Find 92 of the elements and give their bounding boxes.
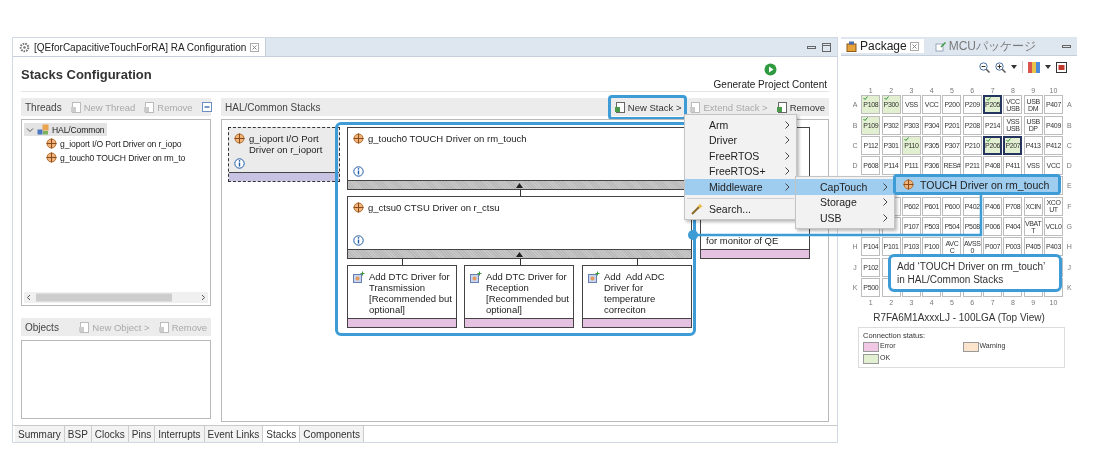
- document-icon: [158, 321, 169, 333]
- generate-button[interactable]: Generate Project Content: [711, 60, 829, 92]
- tab-title: [QEforCapacitiveTouchForRA] RA Configuration: [34, 41, 247, 53]
- add-module-icon: [470, 271, 482, 283]
- check-icon: [986, 137, 992, 142]
- module-card[interactable]: g_ctsu0 CTSU Driver on r_ctsu: [347, 196, 692, 259]
- package-icon: [846, 40, 857, 52]
- card-label: Add Add ADC Driver for temperature correciton: [604, 271, 666, 315]
- menu-item[interactable]: Search...: [685, 201, 796, 217]
- chevron-down-icon: [26, 125, 34, 134]
- menu-item[interactable]: Storage: [796, 194, 894, 210]
- info-icon: [234, 158, 245, 169]
- gear-icon: [19, 41, 30, 53]
- module-icon: [46, 152, 57, 163]
- chip-icon: [934, 40, 946, 52]
- tab[interactable]: Package: [841, 39, 924, 53]
- horizontal-scrollbar[interactable]: [24, 292, 208, 303]
- check-icon: [1006, 137, 1012, 142]
- card-label: g_touch0 TOUCH Driver on rm_touch: [368, 133, 527, 144]
- tab[interactable]: Stacks: [263, 426, 301, 442]
- card-label: Add DTC Driver for Transmission [Recommended but optional]: [369, 271, 452, 315]
- play-icon: [763, 62, 777, 76]
- placeholder-card[interactable]: Add DTC Driver for Reception [Recommended but optional]: [464, 265, 574, 328]
- tab[interactable]: MCUパッケージ: [929, 37, 1042, 55]
- tab[interactable]: Summary: [15, 426, 65, 442]
- tab-label: MCUパッケージ: [948, 37, 1037, 55]
- toolbar-button[interactable]: New Stack >: [614, 101, 682, 113]
- collapse-arrow-icon: [516, 251, 523, 257]
- callout: Add ‘TOUCH Driver on rm_touch’ in HAL/Common Stacks: [888, 254, 1062, 292]
- collapse-icon[interactable]: [201, 102, 212, 112]
- module-icon: [353, 133, 364, 144]
- check-icon: [986, 97, 992, 102]
- caret-icon[interactable]: [1045, 65, 1051, 69]
- tree-item[interactable]: g_touch0 TOUCH Driver on rm_to: [24, 151, 189, 164]
- panel-title: Threads: [25, 101, 62, 113]
- toolbar-button[interactable]: Remove: [776, 101, 825, 113]
- info-icon: [353, 166, 364, 177]
- menu-item[interactable]: CapTouch: [796, 179, 894, 195]
- zoom-in-icon[interactable]: [995, 61, 1006, 73]
- tab[interactable]: Pins: [128, 426, 156, 442]
- editor-tab[interactable]: [QEforCapacitiveTouchForRA] RA Configuration: [13, 38, 267, 56]
- zoom-out-icon[interactable]: [979, 61, 990, 73]
- connector-line: [637, 259, 638, 265]
- card-label: g_ioport I/O Port Driver on r_ioport: [249, 133, 324, 155]
- document-icon: [79, 321, 90, 333]
- tab[interactable]: Components: [300, 426, 364, 442]
- close-icon[interactable]: [250, 42, 260, 52]
- label-icon[interactable]: [1056, 61, 1067, 73]
- component-icon: [37, 124, 49, 135]
- tab[interactable]: BSP: [64, 426, 92, 442]
- color-grid-icon[interactable]: [1028, 61, 1040, 73]
- module-icon: [353, 202, 364, 213]
- connector-line: [520, 190, 521, 196]
- tab[interactable]: Interrupts: [155, 426, 205, 442]
- tab[interactable]: Clocks: [91, 426, 129, 442]
- tab[interactable]: Event Links: [204, 426, 264, 442]
- add-module-icon: [588, 271, 600, 283]
- document-icon: [614, 101, 625, 113]
- add-module-icon: [353, 271, 365, 283]
- tree-item[interactable]: g_ioport I/O Port Driver on r_iopo: [24, 137, 185, 150]
- connector-line: [402, 259, 403, 265]
- placeholder-card[interactable]: Add DTC Driver for Transmission [Recommended but optional]: [347, 265, 457, 328]
- card-label: for monitor of QE: [706, 235, 780, 246]
- info-icon: [353, 235, 364, 246]
- check-icon: [903, 136, 909, 141]
- placeholder-card[interactable]: Add Add ADC Driver for temperature correciton: [582, 265, 692, 328]
- module-icon: [234, 133, 245, 144]
- connector-line: [520, 259, 521, 265]
- card-label: Add DTC Driver for Reception [Recommended but optional]: [486, 271, 569, 315]
- caret-icon[interactable]: [1011, 65, 1017, 69]
- document-icon: [70, 101, 81, 113]
- package-caption: R7FA6M1AxxxLJ - 100LGA (Top View): [872, 312, 1046, 324]
- maximize-icon[interactable]: [822, 42, 831, 52]
- wand-icon: [691, 203, 703, 216]
- card-label: g_ctsu0 CTSU Driver on r_ctsu: [368, 202, 500, 213]
- menu-item[interactable]: USB: [796, 210, 894, 226]
- module-icon: [902, 179, 914, 190]
- panel-title: Objects: [25, 321, 59, 333]
- collapse-arrow-icon: [516, 182, 523, 188]
- check-icon: [863, 96, 869, 101]
- module-icon: [46, 138, 57, 149]
- tab-label: Package: [860, 39, 907, 53]
- close-icon[interactable]: [909, 41, 919, 51]
- check-icon: [883, 96, 889, 101]
- page-title: Stacks Configuration: [21, 66, 152, 82]
- panel-title: HAL/Common Stacks: [225, 101, 321, 113]
- menu-item[interactable]: Middleware: [685, 179, 796, 195]
- check-icon: [863, 116, 869, 121]
- module-card[interactable]: g_ioport I/O Port Driver on r_ioport: [228, 127, 340, 182]
- document-icon: [144, 101, 155, 113]
- document-icon: [776, 101, 787, 113]
- tree-item[interactable]: HAL/Common: [24, 123, 108, 136]
